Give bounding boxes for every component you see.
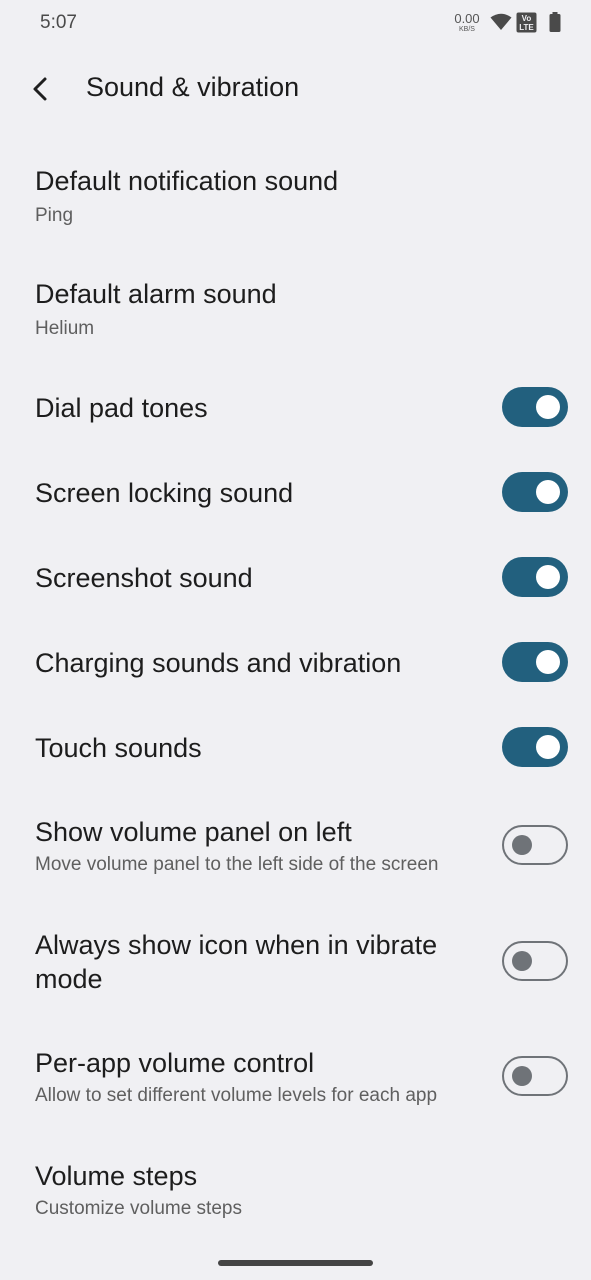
setting-subtitle: Ping — [35, 205, 74, 226]
setting-touch-sounds[interactable]: Touch sounds — [0, 713, 591, 783]
toggle-knob — [536, 735, 560, 759]
network-speed-unit: KB/S — [459, 26, 475, 33]
setting-screen-locking-sound[interactable]: Screen locking sound — [0, 458, 591, 528]
dial-pad-tones-toggle[interactable] — [502, 387, 568, 427]
setting-per-app-volume-control[interactable]: Per-app volume control Allow to set diff… — [0, 1031, 591, 1126]
battery-icon — [549, 12, 561, 32]
app-bar: Sound & vibration — [0, 56, 591, 122]
setting-default-notification-sound[interactable]: Default notification sound Ping — [0, 150, 591, 255]
setting-subtitle: Move volume panel to the left side of th… — [35, 854, 439, 875]
toggle-knob — [512, 951, 532, 971]
setting-screenshot-sound[interactable]: Screenshot sound — [0, 543, 591, 613]
volume-panel-left-toggle[interactable] — [502, 825, 568, 865]
wifi-icon — [490, 13, 512, 30]
setting-title: Volume steps — [35, 1161, 198, 1191]
screen-locking-sound-toggle[interactable] — [502, 472, 568, 512]
volte-bottom-text: LTE — [519, 23, 534, 32]
screenshot-sound-toggle[interactable] — [502, 557, 568, 597]
setting-subtitle: Allow to set different volume levels for… — [35, 1085, 438, 1106]
setting-title-line2: mode — [35, 964, 103, 994]
back-arrow-icon[interactable] — [26, 74, 56, 104]
setting-charging-sounds-and-vibration[interactable]: Charging sounds and vibration — [0, 628, 591, 698]
toggle-knob — [536, 395, 560, 419]
setting-title: Per-app volume control — [35, 1048, 315, 1078]
setting-title: Touch sounds — [35, 733, 202, 763]
setting-title: Screenshot sound — [35, 563, 253, 593]
charging-sounds-toggle[interactable] — [502, 642, 568, 682]
setting-subtitle: Customize volume steps — [35, 1198, 242, 1219]
status-bar: 5:07 0.00 KB/S Vo LTE — [0, 0, 591, 46]
toggle-knob — [512, 835, 532, 855]
setting-volume-steps[interactable]: Volume steps Customize volume steps — [0, 1145, 591, 1240]
network-speed: 0.00 KB/S — [452, 12, 482, 33]
setting-subtitle: Helium — [35, 318, 95, 339]
toggle-knob — [536, 565, 560, 589]
setting-title: Show volume panel on left — [35, 817, 352, 847]
setting-title: Charging sounds and vibration — [35, 648, 402, 678]
volte-icon: Vo LTE — [516, 12, 537, 33]
setting-title: Screen locking sound — [35, 478, 294, 508]
setting-show-volume-panel-on-left[interactable]: Show volume panel on left Move volume pa… — [0, 800, 591, 895]
vibrate-icon-toggle[interactable] — [502, 941, 568, 981]
setting-title: Default notification sound — [35, 166, 339, 196]
setting-dial-pad-tones[interactable]: Dial pad tones — [0, 373, 591, 443]
toggle-knob — [512, 1066, 532, 1086]
touch-sounds-toggle[interactable] — [502, 727, 568, 767]
setting-default-alarm-sound[interactable]: Default alarm sound Helium — [0, 263, 591, 368]
home-indicator[interactable] — [218, 1260, 373, 1266]
toggle-knob — [536, 650, 560, 674]
status-time: 5:07 — [40, 12, 77, 33]
setting-title-line1: Always show icon when in vibrate — [35, 930, 438, 960]
toggle-knob — [536, 480, 560, 504]
page-title: Sound & vibration — [86, 72, 300, 102]
volte-top-text: Vo — [522, 14, 532, 23]
network-speed-value: 0.00 — [454, 11, 480, 26]
setting-always-show-vibrate-icon[interactable]: Always show icon when in vibrate mode — [0, 913, 591, 1008]
per-app-volume-toggle[interactable] — [502, 1056, 568, 1096]
setting-title: Dial pad tones — [35, 393, 208, 423]
setting-title: Default alarm sound — [35, 279, 277, 309]
